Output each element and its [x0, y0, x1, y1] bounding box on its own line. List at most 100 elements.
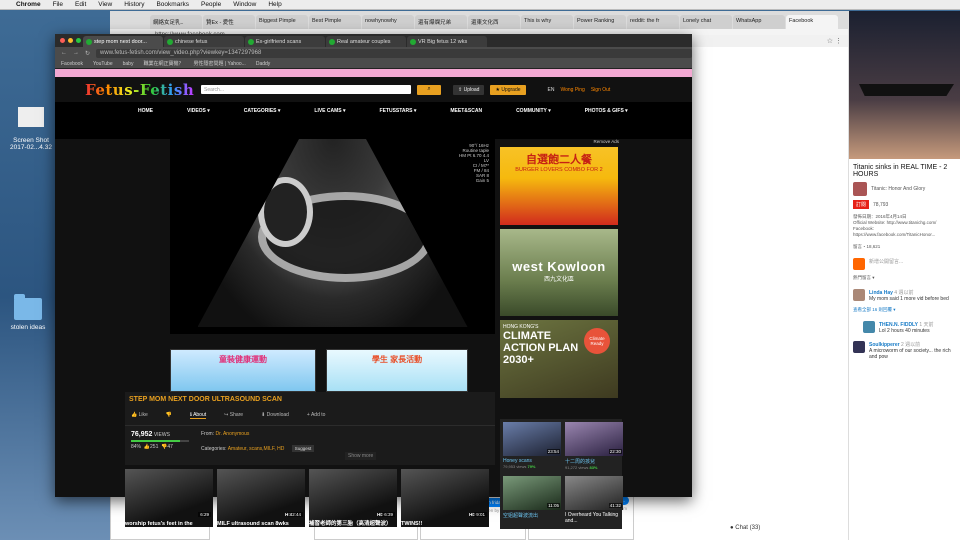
yt-sort-comments[interactable]: 熱門留言 ▾	[849, 272, 960, 284]
nav-live-cams[interactable]: LIVE CAMS ▾	[314, 108, 345, 114]
download-label: Download	[266, 412, 289, 418]
reload-icon[interactable]: ↻	[85, 50, 90, 57]
subscribe-button[interactable]: 訂閱	[853, 200, 870, 209]
maximize-icon[interactable]	[76, 38, 81, 43]
nav-categories[interactable]: CATEGORIES ▾	[244, 108, 281, 114]
menu-view[interactable]: View	[98, 1, 112, 8]
menu-window[interactable]: Window	[233, 1, 256, 8]
front-tab[interactable]: Real amateur couples	[326, 36, 406, 47]
back-tab[interactable]: nowhynowhy	[362, 15, 414, 29]
side-video[interactable]: 23:54 Honey scans 79,953 views 79%	[503, 422, 561, 472]
front-tab-active[interactable]: step mom next door...	[83, 36, 163, 47]
about-tab[interactable]: ℹ About	[190, 412, 207, 419]
menu-help[interactable]: Help	[268, 1, 281, 8]
west-kowloon-ad[interactable]: west Kowloon 西九文化區	[500, 229, 618, 316]
upgrade-button[interactable]: ★ Upgrade	[490, 84, 526, 95]
climate-ad[interactable]: HONG KONG'S CLIMATE ACTION PLAN 2030+ Cl…	[500, 320, 618, 398]
back-tab[interactable]: 網絡女足乳..	[150, 15, 202, 29]
back-tab[interactable]: 還有爆爛兄弟	[415, 15, 467, 29]
download-button[interactable]: ⬇ Download	[261, 412, 289, 419]
menu-people[interactable]: People	[201, 1, 221, 8]
search-button[interactable]: ⌕	[417, 84, 441, 95]
add-to-button[interactable]: + Add to	[307, 412, 326, 419]
remove-ads-link[interactable]: Remove Ads	[498, 139, 623, 147]
video-title: STEP MOM NEXT DOOR ULTRASOUND SCAN	[129, 396, 282, 403]
categories-label: Categories:	[201, 446, 227, 452]
user-link[interactable]: Wong Ping	[560, 87, 584, 93]
front-tab[interactable]: chinese fetus	[164, 36, 244, 47]
show-more-button[interactable]: Show more	[345, 452, 377, 460]
desktop-screenshot-file[interactable]: Screen Shot 2017-02...4.32	[8, 100, 54, 151]
side-video[interactable]: 11:05 空姐超聲波流出	[503, 476, 561, 526]
back-tab[interactable]: Biggest Pimple	[256, 15, 308, 29]
categories-links[interactable]: Amateur, scans,MILF, HD	[228, 446, 285, 452]
front-tab[interactable]: Ex-girlfriend scans	[245, 36, 325, 47]
site-search-input[interactable]: Search...	[201, 85, 411, 94]
like-button[interactable]: 👍 Like	[131, 412, 148, 419]
nav-videos[interactable]: VIDEOS ▾	[187, 108, 210, 114]
channel-avatar[interactable]	[853, 182, 867, 196]
related-video[interactable]: HD42:44MILF ultrasound scan 8wks	[217, 469, 305, 527]
back-tab[interactable]: Best Pimple	[309, 15, 361, 29]
uploader-link[interactable]: Dr. Anonymous	[215, 431, 249, 437]
bookmark[interactable]: 職業在網正寶機？	[143, 60, 183, 67]
address-bar[interactable]: www.fetus-fetish.com/view_video.php?view…	[96, 48, 692, 58]
banner-ad-left[interactable]: 童裝健康運動	[170, 349, 316, 392]
upload-button[interactable]: ⇪ Upload	[453, 84, 485, 95]
forward-arrow-icon[interactable]: →	[73, 50, 79, 56]
bookmark[interactable]: baby	[123, 61, 134, 67]
nav-meet-scan[interactable]: MEET&SCAN	[450, 108, 482, 114]
back-tab[interactable]: This is why	[521, 15, 573, 29]
yt-view-replies[interactable]: 查看全部 16 則回覆 ▾	[849, 304, 960, 316]
signout-link[interactable]: Sign Out	[591, 87, 610, 93]
suggest-button[interactable]: Suggest	[291, 445, 315, 452]
fetus-head-shape	[257, 177, 313, 247]
close-icon[interactable]	[60, 38, 65, 43]
related-video[interactable]: HD 9:01 TWINS!!	[401, 469, 489, 527]
back-tab[interactable]: reddit: the fr	[627, 15, 679, 29]
nav-community[interactable]: COMMUNITY ▾	[516, 108, 551, 114]
upload-label: Upload	[463, 86, 480, 93]
menu-history[interactable]: History	[124, 1, 144, 8]
side-video[interactable]: 22:30 十二周的孩兒 91,272 views 83%	[565, 422, 623, 472]
side-video[interactable]: 41:32 I Overheard You Talking and...	[565, 476, 623, 526]
back-tab[interactable]: WhatsApp	[733, 15, 785, 29]
bookmark[interactable]: YouTube	[93, 61, 113, 67]
minimize-icon[interactable]	[68, 38, 73, 43]
nav-photos-gifs[interactable]: PHOTOS & GIFS ▾	[585, 108, 628, 114]
back-tab[interactable]: 還東文化西	[468, 15, 520, 29]
titanic-video-player[interactable]	[849, 11, 960, 159]
back-tab[interactable]: Lonely chat	[680, 15, 732, 29]
menu-edit[interactable]: Edit	[75, 1, 86, 8]
front-tab[interactable]: VR Big fetus 12 wks	[407, 36, 487, 47]
menu-file[interactable]: File	[53, 1, 63, 8]
site-main: 90°/ 16Hz Routine taple HM Pt 6.70 4.4 L…	[55, 139, 692, 529]
back-tab-facebook[interactable]: Facebook	[786, 15, 838, 29]
channel-name[interactable]: Titanic: Honor And Glory	[871, 186, 925, 192]
nav-fetusstars[interactable]: FETUSSTARS ▾	[380, 108, 417, 114]
search-icon: ⌕	[427, 86, 431, 92]
site-logo[interactable]: Fetus-Fetish	[85, 81, 195, 99]
upgrade-label: Upgrade	[501, 86, 521, 93]
related-video[interactable]: 6:29 worship fetus's feet in the	[125, 469, 213, 527]
nav-home[interactable]: HOME	[138, 108, 153, 114]
ad-headline: west Kowloon	[512, 259, 606, 274]
bookmark[interactable]: Daddy	[256, 61, 270, 67]
back-tab[interactable]: Power Ranking	[574, 15, 626, 29]
related-video[interactable]: HD 6:39 補習老師的第三胎（高清超聲波）	[309, 469, 397, 527]
desktop-folder-stolen-ideas[interactable]: stolen ideas	[4, 294, 52, 331]
dislike-button[interactable]: 👎	[166, 412, 172, 419]
video-player[interactable]: 90°/ 16Hz Routine taple HM Pt 6.70 4.4 L…	[170, 139, 495, 334]
back-arrow-icon[interactable]: ←	[61, 50, 67, 56]
share-button[interactable]: ↪ Share	[224, 412, 243, 419]
menubar-app[interactable]: Chrome	[16, 1, 41, 8]
yt-add-comment[interactable]: 新增公開留言...	[849, 256, 960, 272]
bookmark[interactable]: Facebook	[61, 61, 83, 67]
add-comment-placeholder[interactable]: 新增公開留言...	[869, 258, 903, 265]
back-tab[interactable]: 贊Ex ‑ 愛性	[203, 15, 255, 29]
menu-bookmarks[interactable]: Bookmarks	[156, 1, 189, 8]
mcdonalds-ad[interactable]: 自選飽二人餐 BURGER LOVERS COMBO FOR 2	[500, 147, 618, 225]
language-select[interactable]: EN	[548, 87, 555, 93]
banner-ad-right[interactable]: 學生 家長活動	[326, 349, 468, 392]
bookmark[interactable]: 男性隱密問題 | Yahoo...	[193, 60, 245, 67]
